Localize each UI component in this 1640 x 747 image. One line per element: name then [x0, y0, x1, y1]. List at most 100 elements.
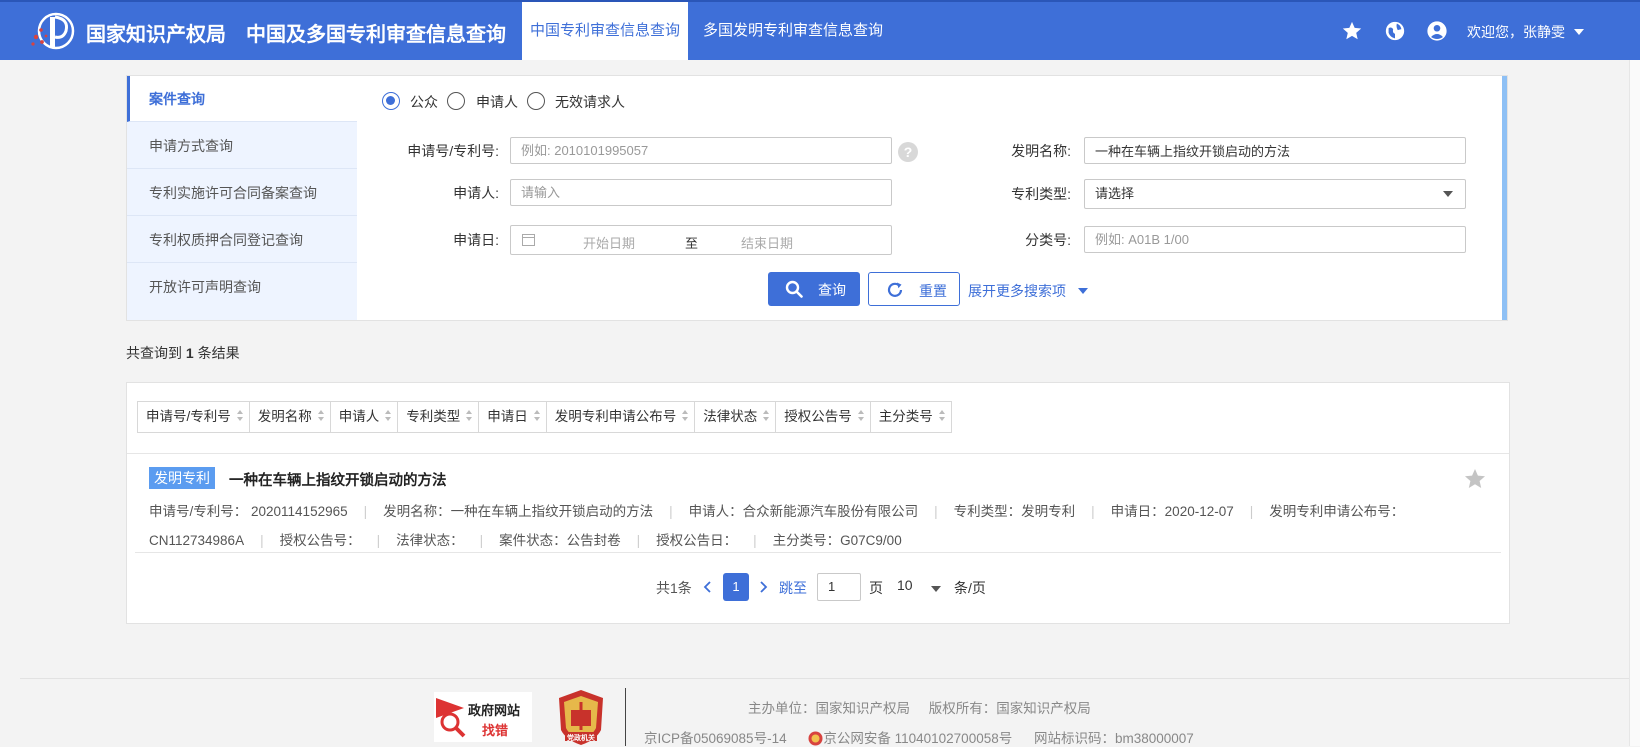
- sort-label: 申请日: [487, 409, 528, 424]
- cnipa-logo: [31, 12, 75, 50]
- page-size-unit: 条/页: [954, 580, 986, 596]
- footer-divider: [20, 678, 1629, 679]
- page-size-select[interactable]: 10: [897, 577, 913, 605]
- tab-china-patent-query[interactable]: 中国专利审查信息查询: [522, 2, 688, 60]
- sort-icon: [938, 410, 945, 422]
- search-panel: 案件查询 申请方式查询 专利实施许可合同备案查询 专利权质押合同登记查询 开放许…: [126, 75, 1508, 321]
- meta-case-status: 案件状态：公告封卷: [499, 533, 621, 548]
- patent-type-label: 专利类型:: [1011, 186, 1071, 202]
- sort-grant-no[interactable]: 授权公告号: [776, 402, 871, 432]
- sort-main-class[interactable]: 主分类号: [871, 402, 951, 432]
- result-list: 申请号/专利号 发明名称 申请人 专利类型 申请日 发明专利申请公布号 法律状态…: [126, 382, 1510, 624]
- site-id: 网站标识码：bm38000007: [1034, 731, 1194, 746]
- sort-label: 主分类号: [878, 409, 933, 424]
- radio-applicant-label[interactable]: 申请人: [476, 92, 518, 112]
- chevron-right-icon[interactable]: [757, 580, 769, 594]
- sort-icon: [763, 410, 770, 422]
- system-title: 中国及多国专利审查信息查询: [246, 24, 506, 46]
- result-count-suffix: 条结果: [197, 345, 240, 361]
- chevron-down-icon: [1443, 191, 1453, 197]
- result-title[interactable]: 一种在车辆上指纹开锁启动的方法: [229, 469, 447, 490]
- pagination-total: 共1条: [656, 580, 692, 596]
- sort-label: 发明专利申请公布号: [554, 409, 677, 424]
- panel-edge: [1502, 76, 1507, 320]
- meta-applicant: 申请人：合众新能源汽车股份有限公司: [688, 504, 919, 519]
- divider: [135, 552, 1501, 553]
- side-item-case-query[interactable]: 案件查询: [127, 76, 357, 122]
- jump-to-label[interactable]: 跳至: [779, 578, 807, 606]
- patent-type-select[interactable]: 请选择: [1084, 179, 1466, 209]
- page-unit: 页: [869, 580, 883, 596]
- search-button[interactable]: 查询: [768, 272, 860, 306]
- sort-applicant[interactable]: 申请人: [331, 402, 399, 432]
- chevron-down-icon[interactable]: [1574, 29, 1584, 35]
- expand-more-link[interactable]: 展开更多搜索项: [968, 281, 1066, 301]
- meta-publication-no-label: 发明专利申请公布号：: [1269, 504, 1405, 519]
- result-count: 共查询到 1 条结果: [126, 343, 240, 363]
- radio-invalidation-requester[interactable]: [527, 92, 545, 110]
- police-record[interactable]: 京公网安备 11040102700058号: [823, 731, 1012, 746]
- page-number-current[interactable]: 1: [723, 573, 749, 601]
- app-date-range[interactable]: 开始日期 至 结束日期: [510, 225, 892, 255]
- date-separator: 至: [685, 236, 699, 251]
- sort-publication-no[interactable]: 发明专利申请公布号: [547, 402, 696, 432]
- side-item-license-contract[interactable]: 专利实施许可合同备案查询: [127, 170, 357, 216]
- star-icon[interactable]: [1341, 20, 1363, 42]
- sort-app-date[interactable]: 申请日: [479, 402, 547, 432]
- reset-button[interactable]: 重置: [868, 272, 960, 306]
- tab-multi-country-query[interactable]: 多国发明专利审查信息查询: [703, 2, 883, 60]
- app-date-label: 申请日:: [453, 232, 499, 248]
- app-no-input[interactable]: [510, 137, 892, 164]
- favorite-star-icon[interactable]: [1463, 467, 1487, 491]
- app-no-label: 申请号/专利号:: [407, 143, 499, 159]
- magnifier-flag-icon: [436, 698, 466, 738]
- sort-patent-type[interactable]: 专利类型: [398, 402, 480, 432]
- radio-public-label[interactable]: 公众: [410, 92, 438, 112]
- chevron-down-icon[interactable]: [931, 586, 941, 592]
- meta-publication-no: CN112734986A: [149, 533, 245, 548]
- result-count-prefix: 共查询到: [126, 345, 182, 361]
- chevron-down-icon[interactable]: [1078, 288, 1088, 294]
- sort-invention-name[interactable]: 发明名称: [250, 402, 331, 432]
- side-menu: 案件查询 申请方式查询 专利实施许可合同备案查询 专利权质押合同登记查询 开放许…: [127, 76, 357, 320]
- user-icon[interactable]: [1426, 20, 1448, 42]
- meta-app-date: 申请日：2020-12-07: [1110, 504, 1234, 519]
- welcome-user[interactable]: 欢迎您，张静雯: [1467, 22, 1565, 42]
- result-meta-line-2: CN112734986A | 授权公告号： | 法律状态： | 案件状态：公告封卷 | 授权公告…: [149, 533, 902, 548]
- radio-public[interactable]: [382, 92, 400, 110]
- patent-type-value: 请选择: [1095, 186, 1135, 201]
- error-text: 找错: [482, 723, 509, 738]
- side-item-pledge-contract[interactable]: 专利权质押合同登记查询: [127, 217, 357, 263]
- reset-button-label: 重置: [919, 283, 947, 299]
- applicant-label: 申请人:: [453, 185, 499, 201]
- invention-name-input[interactable]: [1084, 137, 1466, 164]
- search-button-label: 查询: [818, 282, 846, 298]
- jump-page-input[interactable]: 1: [817, 573, 861, 601]
- sort-label: 发明名称: [257, 409, 312, 424]
- sort-label: 申请人: [338, 409, 380, 424]
- radio-invalidation-label[interactable]: 无效请求人: [555, 92, 625, 112]
- classification-input[interactable]: [1084, 226, 1466, 253]
- meta-grant-no: 授权公告号：: [279, 533, 361, 548]
- sort-app-no[interactable]: 申请号/专利号: [138, 402, 250, 432]
- start-date-placeholder[interactable]: 开始日期: [583, 233, 635, 252]
- radio-applicant[interactable]: [447, 92, 465, 110]
- sort-icon: [236, 410, 243, 422]
- footer-records: 京ICP备05069085号-14 京公网安备 11040102700058号 …: [644, 727, 1194, 747]
- sort-label: 申请号/专利号: [146, 409, 231, 424]
- meta-grant-date: 授权公告日：: [656, 533, 738, 548]
- sort-legal-status[interactable]: 法律状态: [695, 402, 777, 432]
- side-item-open-license[interactable]: 开放许可声明查询: [127, 264, 357, 310]
- chevron-left-icon[interactable]: [702, 580, 714, 594]
- globe-icon[interactable]: [1384, 20, 1406, 42]
- scrollbar[interactable]: [1629, 60, 1640, 746]
- side-item-application-method[interactable]: 申请方式查询: [127, 123, 357, 169]
- top-header: 国家知识产权局 中国及多国专利审查信息查询 中国专利审查信息查询 多国发明专利审…: [0, 0, 1640, 60]
- applicant-input[interactable]: [510, 179, 892, 206]
- end-date-placeholder[interactable]: 结束日期: [741, 233, 793, 252]
- help-icon[interactable]: ?: [898, 142, 918, 162]
- gov-site-error-logo[interactable]: 政府网站 找错: [434, 692, 532, 742]
- icp-record[interactable]: 京ICP备05069085号-14: [644, 731, 787, 746]
- party-badge-text: 党政机关: [567, 735, 595, 742]
- result-count-number: 1: [185, 345, 194, 361]
